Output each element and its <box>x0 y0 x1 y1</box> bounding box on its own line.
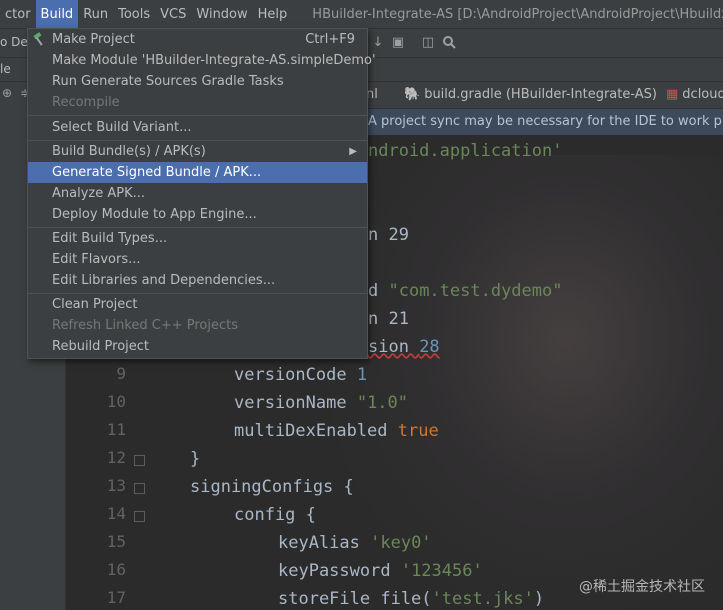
menu-item-edit-flavors[interactable]: Edit Flavors... <box>28 249 367 270</box>
code-string: 'key0' <box>370 533 432 553</box>
code-line: keyAlias 'key0' <box>278 533 432 553</box>
menu-item-rebuild-project[interactable]: Rebuild Project <box>28 336 367 357</box>
sync-icon[interactable]: ↓ <box>370 35 386 51</box>
watermark: @稀土掘金技术社区 <box>579 579 705 595</box>
module-icon: ▦ <box>666 87 679 102</box>
menu-item-generate-sources[interactable]: Run Generate Sources Gradle Tasks <box>28 71 367 92</box>
code-keyword: true <box>397 421 439 441</box>
menu-item-recompile: Recompile <box>52 95 120 110</box>
tab-build-gradle[interactable]: 🐘 build.gradle (HBuilder-Integrate-AS) <box>404 87 657 102</box>
line-number: 17 <box>106 588 126 607</box>
code-line: n 21 <box>368 309 409 329</box>
menu-item-edit-build-types[interactable]: Edit Build Types... <box>28 228 367 249</box>
menu-item-clean-project[interactable]: Clean Project <box>28 294 367 315</box>
fold-marker-icon[interactable] <box>134 455 145 466</box>
code-string: 'test.jks' <box>431 589 534 609</box>
search-icon[interactable] <box>441 35 457 51</box>
menu-item-refresh-cpp: Refresh Linked C++ Projects <box>52 318 239 333</box>
code-line: signingConfigs { <box>190 477 354 497</box>
line-number: 11 <box>106 420 126 439</box>
code-line: versionCode 1 <box>234 365 367 385</box>
code-line: n 29 <box>368 225 409 245</box>
code-line: versionName "1.0" <box>234 393 408 413</box>
hammer-icon <box>32 31 48 47</box>
menu-item-label: Make Project <box>52 32 135 47</box>
code-string: "1.0" <box>356 393 409 413</box>
code-token: sion <box>368 337 420 357</box>
tab-label: build.gradle (HBuilder-Integrate-AS) <box>424 87 657 102</box>
gradle-icon: 🐘 <box>404 87 421 102</box>
menu-item-shortcut: Ctrl+F9 <box>305 32 355 47</box>
code-token: ) <box>533 589 545 609</box>
fold-marker-icon[interactable] <box>134 511 145 522</box>
menu-item-select-build-variant[interactable]: Select Build Variant... <box>28 117 367 138</box>
code-line: multiDexEnabled true <box>234 421 439 441</box>
code-number: 28 <box>419 337 440 357</box>
project-structure-icon[interactable]: ▣ <box>390 35 406 51</box>
code-line: sion 28 <box>368 337 440 357</box>
menu-bar: ctor Build Run Tools VCS Window Help HBu… <box>0 0 723 29</box>
menu-run[interactable]: Run <box>78 0 113 29</box>
code-line: config { <box>234 505 316 525</box>
code-token: multiDexEnabled <box>234 421 398 441</box>
code-token: keyAlias <box>278 533 371 553</box>
code-line: d "com.test.dydemo" <box>368 281 562 301</box>
layout-icon[interactable]: ◫ <box>420 35 436 51</box>
tab-label: dcloud <box>682 87 723 102</box>
menu-item-make-module[interactable]: Make Module 'HBuilder-Integrate-AS.simpl… <box>28 50 376 71</box>
code-number: 1 <box>356 365 368 385</box>
code-line: storeFile file('test.jks') <box>278 589 544 609</box>
line-number: 15 <box>106 532 126 551</box>
menu-item-make-project[interactable]: Make Project Ctrl+F9 <box>28 29 367 50</box>
code-line: keyPassword '123456' <box>278 561 483 581</box>
tab-dcloud[interactable]: ▦ dcloud <box>666 87 723 102</box>
submenu-arrow-icon: ▶ <box>349 146 357 157</box>
menu-item-deploy-module[interactable]: Deploy Module to App Engine... <box>28 204 367 225</box>
globe-icon[interactable]: ⊕ <box>2 86 12 100</box>
fold-marker-icon[interactable] <box>134 483 145 494</box>
code-token: keyPassword <box>278 561 401 581</box>
menu-help[interactable]: Help <box>253 0 293 29</box>
window-title: HBuilder-Integrate-AS [D:\AndroidProject… <box>312 6 723 22</box>
code-token: storeFile file( <box>278 589 432 609</box>
code-line: ndroid.application' <box>368 141 563 161</box>
menu-separator <box>28 115 367 116</box>
menu-build[interactable]: Build <box>35 0 79 29</box>
menu-vcs[interactable]: VCS <box>155 0 191 29</box>
menu-tools[interactable]: Tools <box>113 0 155 29</box>
nav-label[interactable]: le <box>0 62 11 76</box>
code-line: } <box>190 449 201 469</box>
menu-item-analyze-apk[interactable]: Analyze APK... <box>28 183 367 204</box>
menu-item-generate-signed-apk[interactable]: Generate Signed Bundle / APK... <box>28 162 367 183</box>
line-number: 12 <box>106 448 126 467</box>
menu-item-label: Build Bundle(s) / APK(s) <box>52 144 206 159</box>
line-number: 9 <box>116 364 126 383</box>
menu-window[interactable]: Window <box>191 0 252 29</box>
menu-item-edit-libraries[interactable]: Edit Libraries and Dependencies... <box>28 270 367 291</box>
menu-refactor[interactable]: ctor <box>0 0 36 29</box>
code-string: '123456' <box>400 561 483 581</box>
run-config-label[interactable]: o De <box>0 35 28 49</box>
build-menu: Make Project Ctrl+F9 Make Module 'HBuild… <box>27 28 376 359</box>
line-number: 16 <box>106 560 126 579</box>
code-string: "com.test.dydemo" <box>388 281 563 301</box>
line-number: 13 <box>106 476 126 495</box>
menu-item-build-bundles[interactable]: Build Bundle(s) / APK(s) ▶ <box>28 141 367 162</box>
line-number: 10 <box>106 392 126 411</box>
code-token: versionName <box>234 393 357 413</box>
line-number: 14 <box>106 504 126 523</box>
code-token: d <box>368 281 389 301</box>
code-token: versionCode <box>234 365 357 385</box>
